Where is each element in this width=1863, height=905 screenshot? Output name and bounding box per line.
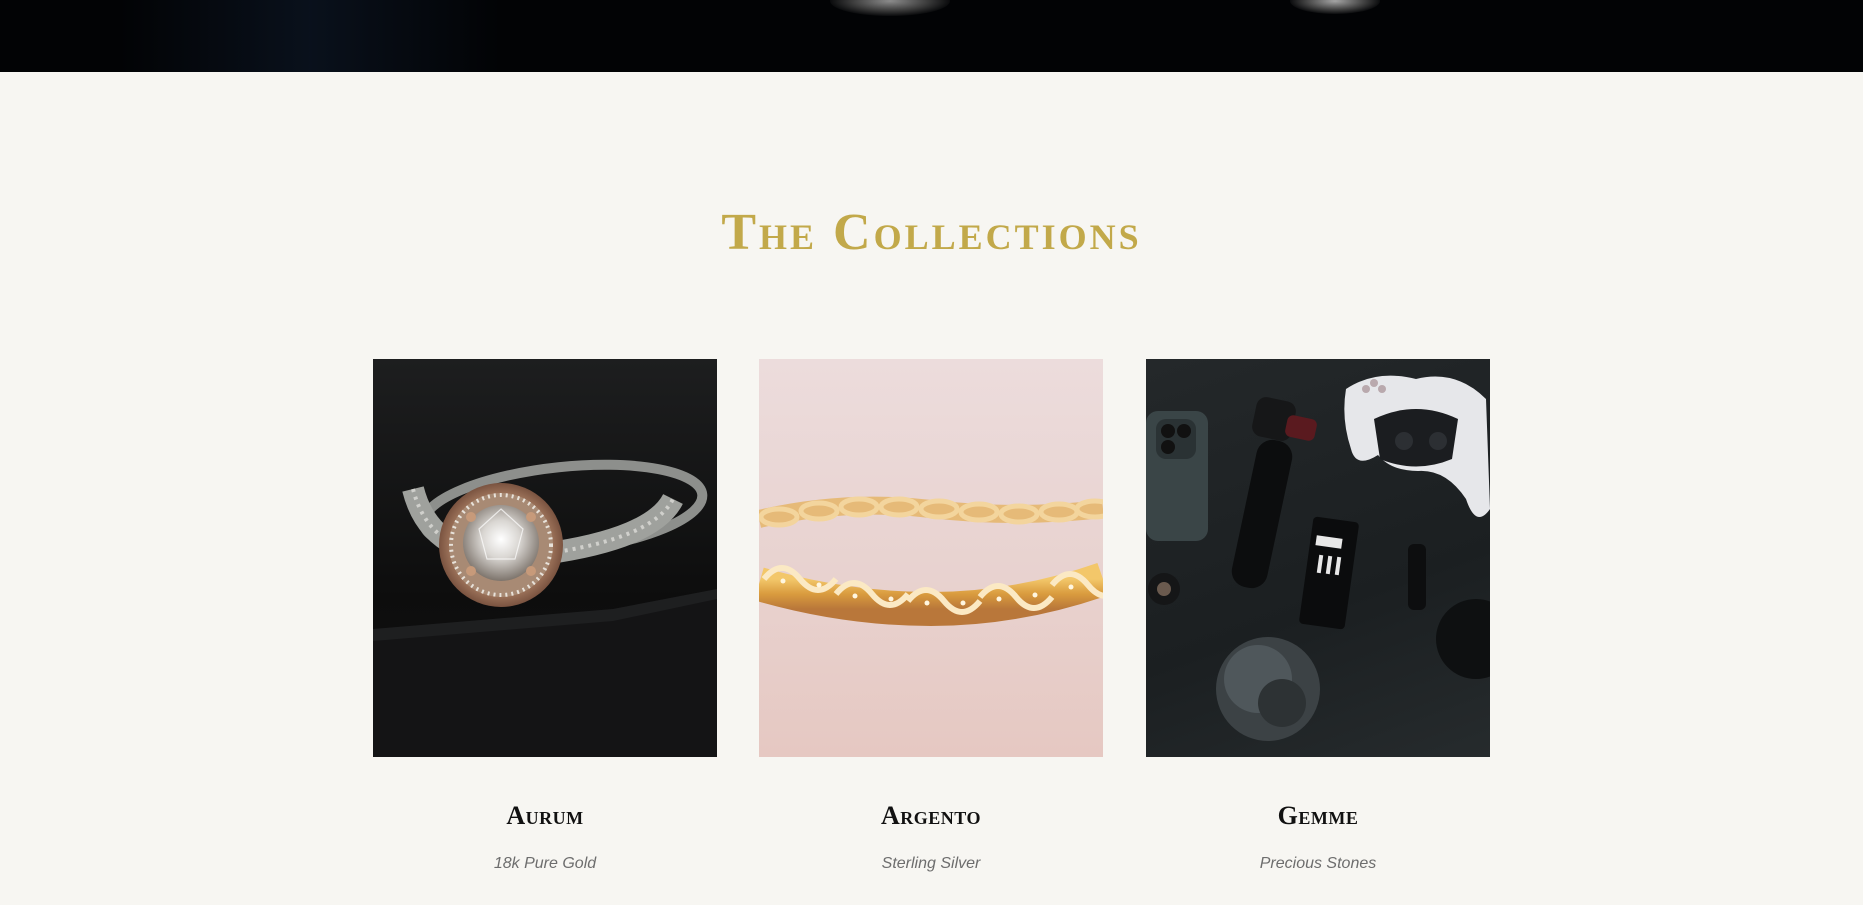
hero-jewel-glint xyxy=(1290,0,1380,14)
collection-subtitle: Precious Stones xyxy=(1259,855,1377,872)
ring-illustration xyxy=(373,459,717,757)
collection-subtitle: Sterling Silver xyxy=(881,855,981,872)
hero-haze xyxy=(120,0,500,72)
hero-jewel-glint xyxy=(830,0,950,16)
gadgets-illustration xyxy=(1146,375,1490,741)
gadgets-photo[interactable] xyxy=(1146,359,1490,757)
collection-card-gemme[interactable]: Gemme Precious Stones xyxy=(1146,359,1490,872)
collection-name[interactable]: Aurum xyxy=(373,801,717,831)
section-title: The Collections xyxy=(721,204,1142,261)
collection-subtitle: 18k Pure Gold xyxy=(493,855,597,872)
collection-name[interactable]: Gemme xyxy=(1146,801,1490,831)
ring-photo[interactable] xyxy=(373,359,717,757)
collection-name[interactable]: Argento xyxy=(759,801,1103,831)
collection-card-aurum[interactable]: Aurum 18k Pure Gold xyxy=(373,359,717,872)
bracelet-illustration xyxy=(759,496,1103,627)
bracelet-photo[interactable] xyxy=(759,359,1103,757)
collection-card-argento[interactable]: Argento Sterling Silver xyxy=(759,359,1103,872)
hero-image-strip xyxy=(0,0,1863,72)
